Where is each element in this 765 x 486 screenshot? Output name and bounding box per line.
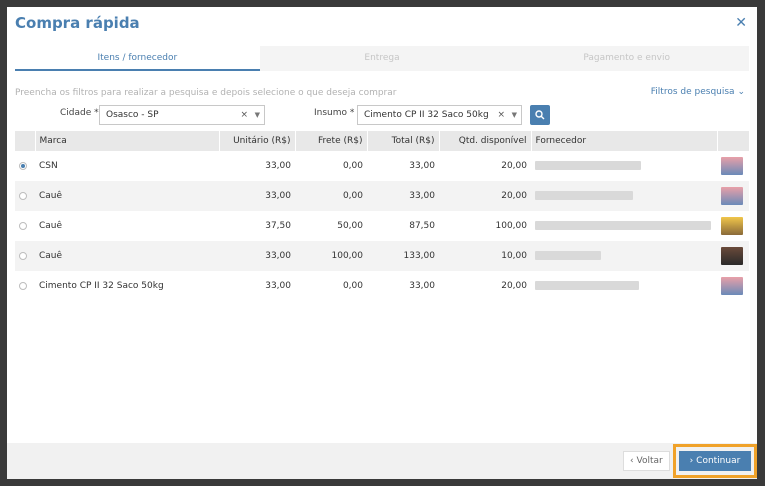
search-filters-label: Filtros de pesquisa (650, 87, 735, 97)
city-value: Osasco - SP (106, 110, 159, 120)
cell-freight: 0,00 (342, 161, 363, 171)
table-row[interactable]: Cauê 33,00 0,00 33,00 20,00 (15, 181, 749, 211)
tab-payment[interactable]: Pagamento e envio (504, 46, 750, 71)
cell-total: 33,00 (409, 281, 435, 291)
cell-brand: CSN (39, 161, 58, 171)
row-radio[interactable] (19, 251, 27, 260)
wizard-tabs: Itens / fornecedor Entrega Pagamento e e… (15, 46, 750, 71)
cell-unit-price: 33,00 (219, 181, 295, 211)
table-row[interactable]: Cauê 37,50 50,00 87,50 100,00 (15, 211, 749, 241)
table-header: Marca Unitário (R$) Frete (R$) Total (R$… (15, 131, 750, 151)
supplier-name-blurred (535, 221, 711, 230)
cell-total: 33,00 (367, 181, 439, 211)
input-value: Cimento CP II 32 Saco 50kg (364, 110, 489, 120)
clear-city-icon[interactable]: × (240, 106, 248, 124)
back-label: Voltar (636, 456, 663, 466)
cell-freight: 0,00 (295, 181, 367, 211)
chevron-down-icon: ⌄ (737, 87, 745, 97)
cell-unit-price: 33,00 (265, 161, 291, 171)
cell-total: 33,00 (409, 161, 435, 171)
cell-qty: 20,00 (439, 181, 531, 211)
col-supplier[interactable]: Fornecedor (531, 131, 718, 151)
col-unit-price[interactable]: Unitário (R$) (219, 131, 296, 151)
cell-brand: Cauê (35, 181, 219, 211)
cell-brand: Cauê (35, 241, 219, 271)
table-row[interactable]: Cimento CP II 32 Saco 50kg 33,00 0,00 33… (15, 271, 749, 301)
cell-unit-price: 37,50 (265, 221, 291, 231)
input-select[interactable]: Cimento CP II 32 Saco 50kg × ▼ (357, 105, 522, 125)
clear-input-icon[interactable]: × (497, 106, 505, 124)
row-radio[interactable] (19, 161, 27, 170)
search-button[interactable] (530, 105, 550, 125)
supplier-name-blurred (535, 161, 641, 170)
supplier-logo (721, 247, 743, 265)
close-icon[interactable]: ✕ (735, 15, 747, 31)
cell-total: 133,00 (367, 241, 439, 271)
dialog-footer: ‹ Voltar › Continuar (7, 443, 757, 479)
cell-qty: 20,00 (501, 161, 527, 171)
cell-freight: 0,00 (342, 281, 363, 291)
row-radio[interactable] (19, 221, 27, 230)
cell-qty: 20,00 (501, 281, 527, 291)
city-select[interactable]: Osasco - SP × ▼ (99, 105, 265, 125)
chevron-left-icon: ‹ (630, 456, 634, 466)
back-button[interactable]: ‹ Voltar (623, 451, 670, 471)
continue-label: Continuar (696, 456, 741, 466)
row-radio[interactable] (19, 281, 27, 290)
supplier-logo (721, 157, 743, 175)
supplier-name-blurred (535, 191, 633, 200)
supplier-logo (721, 217, 743, 235)
city-label: Cidade * (60, 108, 99, 118)
cell-freight: 100,00 (295, 241, 367, 271)
search-filters-toggle[interactable]: Filtros de pesquisa ⌄ (651, 87, 745, 97)
continue-button[interactable]: › Continuar (679, 451, 751, 471)
input-label: Insumo * (314, 108, 355, 118)
table-row[interactable]: Cauê 33,00 100,00 133,00 10,00 (15, 241, 749, 271)
tab-delivery[interactable]: Entrega (259, 46, 505, 71)
quick-purchase-dialog: Compra rápida ✕ Itens / fornecedor Entre… (7, 7, 757, 479)
filter-hint: Preencha os filtros para realizar a pesq… (15, 88, 397, 98)
chevron-right-icon: › (689, 456, 694, 466)
col-total[interactable]: Total (R$) (367, 131, 440, 151)
cell-unit-price: 33,00 (265, 281, 291, 291)
table-row[interactable]: CSN 33,00 0,00 33,00 20,00 (15, 151, 749, 181)
continue-highlight: › Continuar (673, 444, 757, 478)
supplier-name-blurred (535, 251, 601, 260)
col-brand[interactable]: Marca (35, 131, 220, 151)
cell-freight: 50,00 (337, 221, 363, 231)
results-table: Marca Unitário (R$) Frete (R$) Total (R$… (15, 131, 750, 301)
cell-qty: 10,00 (439, 241, 531, 271)
supplier-logo (721, 277, 743, 295)
dialog-title: Compra rápida (15, 14, 140, 32)
tab-items-supplier[interactable]: Itens / fornecedor (15, 46, 260, 71)
cell-brand: Cimento CP II 32 Saco 50kg (39, 281, 164, 291)
search-icon (535, 110, 545, 120)
cell-qty: 100,00 (495, 221, 528, 231)
chevron-down-icon: ▼ (254, 111, 260, 119)
col-qty-available[interactable]: Qtd. disponível (439, 131, 532, 151)
cell-brand: Cauê (39, 221, 63, 231)
cell-total: 87,50 (409, 221, 435, 231)
row-radio[interactable] (19, 191, 27, 200)
col-freight[interactable]: Frete (R$) (295, 131, 368, 151)
supplier-logo (721, 187, 743, 205)
supplier-name-blurred (535, 281, 639, 290)
chevron-down-icon: ▼ (511, 111, 517, 119)
cell-unit-price: 33,00 (219, 241, 295, 271)
